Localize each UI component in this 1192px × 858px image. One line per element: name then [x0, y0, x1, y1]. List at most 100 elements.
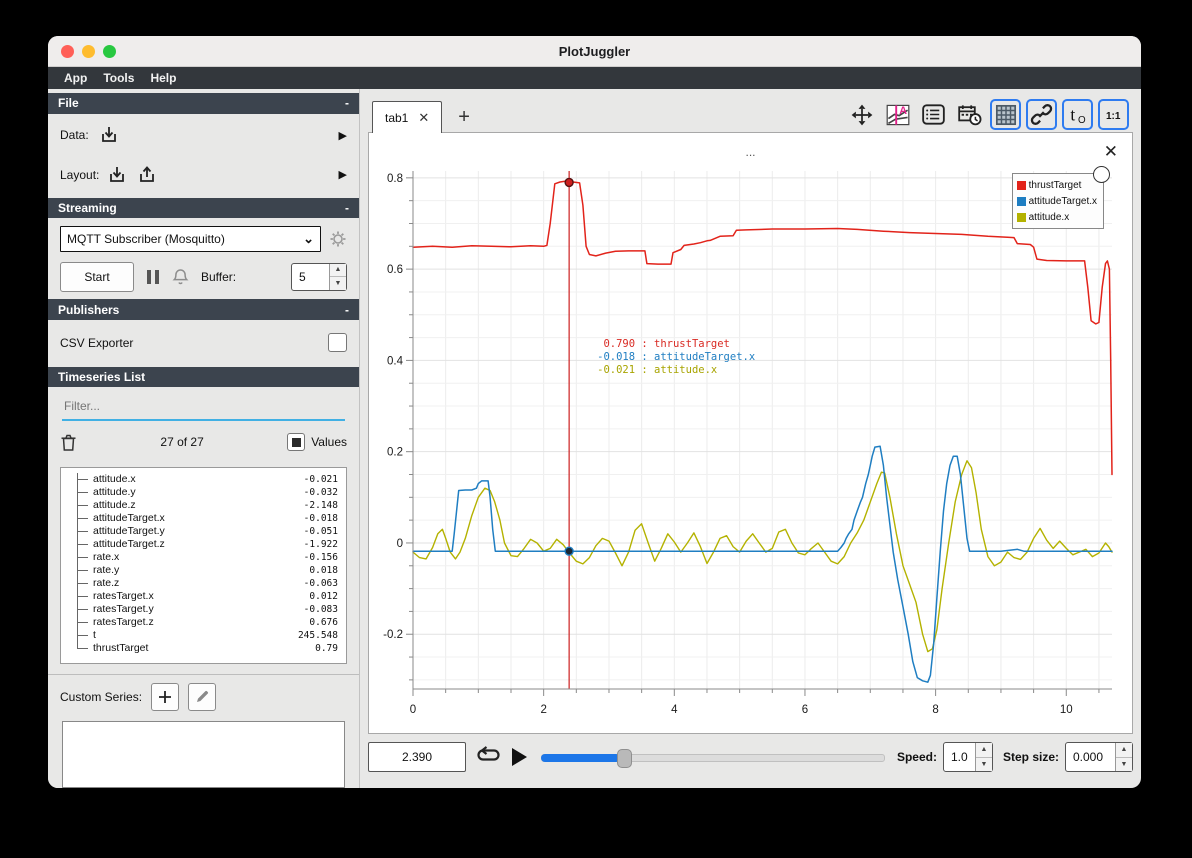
svg-text:t: t [1070, 104, 1075, 124]
edit-custom-series-button[interactable] [188, 683, 217, 712]
timeline-slider[interactable] [541, 747, 885, 768]
timeseries-row[interactable]: thrustTarget 0.79 [67, 642, 338, 655]
t0-icon[interactable]: tO [1062, 99, 1093, 130]
timeseries-row[interactable]: attitudeTarget.y -0.051 [67, 525, 338, 538]
slider-handle[interactable] [617, 749, 633, 768]
notifications-bell-icon[interactable] [172, 268, 189, 286]
timeseries-row[interactable]: ratesTarget.x 0.012 [67, 590, 338, 603]
timeseries-count: 27 of 27 [160, 435, 204, 450]
collapse-icon[interactable]: - [345, 201, 349, 215]
layout-load-icon[interactable] [107, 165, 127, 185]
main-area: tab1 ✕ + At O 1:1 ... ✕ -0.2 0 0.2 0.4 0.6 0.8 0… [360, 89, 1141, 788]
collapse-icon[interactable]: - [345, 96, 349, 110]
spin-up-icon[interactable]: ▲ [1116, 743, 1132, 758]
plot-legend: thrustTarget attitudeTarget.x attitude.x [1011, 173, 1104, 229]
spin-up-icon[interactable]: ▲ [330, 263, 346, 278]
svg-text:1:1: 1:1 [1106, 111, 1121, 122]
tab-bar: tab1 ✕ + At O 1:1 [368, 99, 1133, 133]
spin-down-icon[interactable]: ▼ [1116, 757, 1132, 771]
data-expand-arrow[interactable]: ▶ [339, 129, 347, 142]
timeseries-row[interactable]: rate.z -0.063 [67, 577, 338, 590]
streaming-settings-gear-icon[interactable] [329, 230, 347, 248]
spin-up-icon[interactable]: ▲ [975, 743, 992, 758]
plot-toolbar: At O 1:1 [846, 99, 1129, 130]
data-label: Data: [60, 128, 89, 143]
menu-bar: App Tools Help [48, 67, 1141, 89]
timeseries-row[interactable]: attitude.y -0.032 [67, 486, 338, 499]
move-icon[interactable] [846, 99, 877, 130]
timeseries-section-header[interactable]: Timeseries List [48, 366, 359, 388]
data-load-icon[interactable] [99, 125, 119, 145]
window-title: PlotJuggler [558, 43, 631, 59]
timeseries-row[interactable]: attitude.x -0.021 [67, 473, 338, 486]
timeseries-row[interactable]: attitudeTarget.z -1.922 [67, 538, 338, 551]
timeseries-row[interactable]: rate.y 0.018 [67, 564, 338, 577]
speed-spinbox[interactable]: 1.0 ▲ ▼ [942, 742, 993, 772]
legend-swatch [1016, 196, 1026, 206]
spin-down-icon[interactable]: ▼ [975, 757, 992, 771]
svg-text:0.8: 0.8 [387, 173, 403, 185]
legend-item-thrustTarget[interactable]: thrustTarget [1016, 177, 1097, 193]
legend-item-attitude.x[interactable]: attitude.x [1016, 209, 1097, 225]
menu-item-tools[interactable]: Tools [95, 67, 142, 89]
svg-text:0.2: 0.2 [387, 447, 403, 459]
csv-exporter-checkbox[interactable] [328, 333, 347, 353]
buffer-spinbox[interactable]: 5 ▲ ▼ [291, 262, 347, 291]
timeseries-row[interactable]: ratesTarget.y -0.083 [67, 603, 338, 616]
svg-text:2: 2 [540, 704, 546, 716]
timeseries-row[interactable]: t 245.548 [67, 629, 338, 642]
menu-item-app[interactable]: App [56, 67, 95, 89]
buffer-label: Buffer: [201, 269, 237, 284]
add-tab-button[interactable]: + [458, 106, 470, 129]
ratio-icon[interactable]: 1:1 [1098, 99, 1129, 130]
timeseries-list: attitude.x -0.021 attitude.y -0.032 attitude… [60, 466, 347, 665]
layout-save-icon[interactable] [137, 165, 157, 185]
datetime-icon[interactable] [954, 99, 985, 130]
layout-expand-arrow[interactable]: ▶ [339, 168, 347, 181]
tab-close-icon[interactable]: ✕ [418, 110, 429, 126]
streaming-source-select[interactable]: MQTT Subscriber (Mosquitto) ⌄ [60, 226, 321, 253]
svg-text:8: 8 [932, 704, 938, 716]
plotjuggler-window: PlotJuggler App Tools Help File - Data: ▶ … [48, 36, 1141, 788]
grid-icon[interactable] [990, 99, 1021, 130]
svg-text:6: 6 [802, 704, 808, 716]
legend-swatch [1016, 180, 1026, 190]
filter-input[interactable] [62, 398, 349, 415]
collapse-icon[interactable]: - [345, 303, 349, 317]
svg-text:0: 0 [397, 538, 403, 550]
legend-item-attitudeTarget.x[interactable]: attitudeTarget.x [1016, 193, 1097, 209]
custom-series-list [62, 720, 345, 788]
plot-panel[interactable]: ... ✕ -0.2 0 0.2 0.4 0.6 0.8 0 2 4 6 8 10 thrustTar… [368, 132, 1133, 734]
custom-series-label: Custom Series: [60, 690, 143, 705]
timeseries-row[interactable]: rate.x -0.156 [67, 551, 338, 564]
play-icon[interactable] [509, 746, 529, 768]
svg-text:10: 10 [1060, 704, 1073, 716]
tab-tab1[interactable]: tab1 ✕ [372, 101, 443, 133]
link-icon[interactable] [1026, 99, 1057, 130]
spin-down-icon[interactable]: ▼ [330, 277, 346, 290]
values-checkbox[interactable] [287, 433, 306, 452]
plot-svg[interactable]: -0.2 0 0.2 0.4 0.6 0.8 0 2 4 6 8 10 [369, 159, 1132, 733]
list-icon[interactable] [918, 99, 949, 130]
streaming-section-header[interactable]: Streaming - [48, 197, 359, 219]
menu-item-help[interactable]: Help [142, 67, 184, 89]
plot-title: ... [745, 145, 756, 159]
start-button[interactable]: Start [60, 261, 134, 292]
timeseries-row[interactable]: attitudeTarget.x -0.018 [67, 512, 338, 525]
publishers-section-header[interactable]: Publishers - [48, 299, 359, 321]
axis-font-icon[interactable]: A [882, 99, 913, 130]
svg-text:0.6: 0.6 [387, 264, 403, 276]
loop-icon[interactable] [476, 746, 501, 768]
plot-close-icon[interactable]: ✕ [1104, 143, 1118, 160]
trash-icon[interactable] [60, 433, 77, 452]
svg-text:0.4: 0.4 [387, 355, 404, 367]
current-time-display[interactable]: 2.390 [368, 742, 466, 772]
step-size-spinbox[interactable]: 0.000 ▲ ▼ [1065, 742, 1133, 772]
file-section-header[interactable]: File - [48, 93, 359, 114]
timeseries-row[interactable]: attitude.z -2.148 [67, 499, 338, 512]
add-custom-series-button[interactable] [151, 683, 180, 712]
timeseries-row[interactable]: ratesTarget.z 0.676 [67, 616, 338, 629]
chart-area[interactable]: -0.2 0 0.2 0.4 0.6 0.8 0 2 4 6 8 10 [369, 159, 1132, 733]
pause-icon[interactable] [146, 269, 160, 285]
legend-handle-circle[interactable] [1093, 166, 1110, 183]
